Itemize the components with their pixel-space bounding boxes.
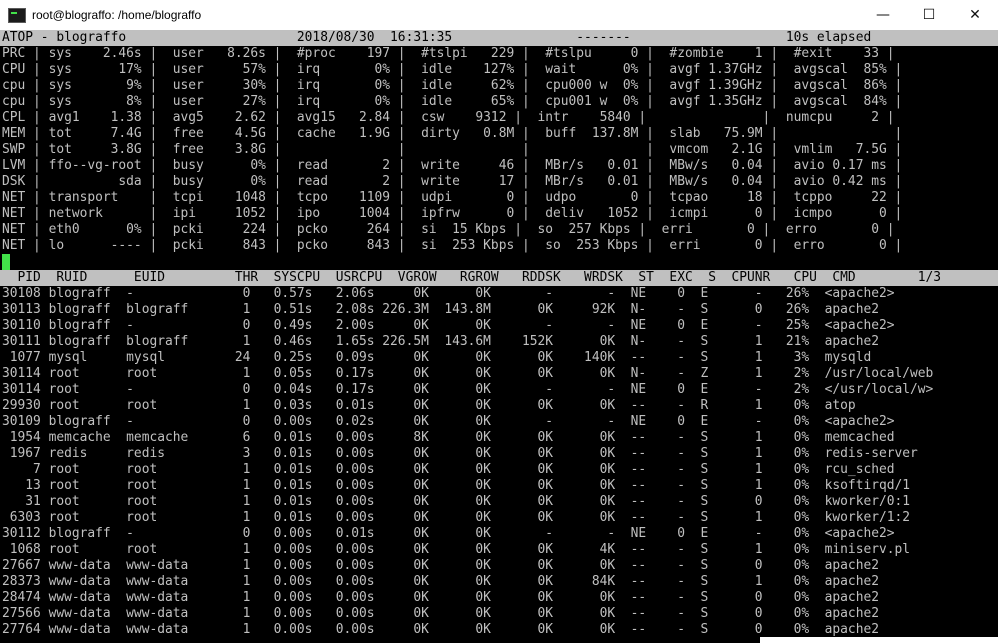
atop-header: ATOP - blograffo 2018/08/30 16:31:35 ---…: [2, 30, 872, 45]
process-table-header: PID RUID EUID THR SYSCPU USRCPU VGROW RG…: [2, 270, 942, 285]
table-row: 27667 www-data www-data 1 0.00s 0.00s 0K…: [2, 558, 879, 573]
system-stat-line: LVM | ffo--vg-root | busy 0% | read 2 | …: [2, 158, 903, 173]
system-stat-line: CPL | avg1 1.38 | avg5 2.62 | avg15 2.84…: [2, 110, 895, 125]
table-row: 28373 www-data www-data 1 0.00s 0.00s 0K…: [2, 574, 879, 589]
table-row: 27566 www-data www-data 1 0.00s 0.00s 0K…: [2, 606, 879, 621]
system-stat-line: CPU | sys 17% | user 57% | irq 0% | idle…: [2, 62, 903, 77]
close-button[interactable]: ✕: [952, 0, 998, 30]
table-row: 30114 root root 1 0.05s 0.17s 0K 0K 0K 0…: [2, 366, 934, 381]
terminal-cursor: [2, 254, 10, 270]
table-row: 29930 root root 1 0.03s 0.01s 0K 0K 0K 0…: [2, 398, 856, 413]
table-row: 30112 blograff - 0 0.00s 0.01s 0K 0K - -…: [2, 526, 895, 541]
table-row: 30109 blograff - 0 0.00s 0.02s 0K 0K - -…: [2, 414, 895, 429]
table-row: 27764 www-data www-data 1 0.00s 0.00s 0K…: [2, 622, 879, 637]
system-stat-line: cpu | sys 9% | user 30% | irq 0% | idle …: [2, 78, 903, 93]
table-row: 1077 mysql mysql 24 0.25s 0.09s 0K 0K 0K…: [2, 350, 872, 365]
table-row: 30110 blograff - 0 0.49s 2.00s 0K 0K - -…: [2, 318, 895, 333]
terminal-selection-strip: [760, 637, 998, 643]
maximize-button[interactable]: ☐: [906, 0, 952, 30]
table-row: 30113 blograff blograff 1 0.51s 2.08s 22…: [2, 302, 879, 317]
minimize-button[interactable]: —: [860, 0, 906, 30]
system-stat-line: MEM | tot 7.4G | free 4.5G | cache 1.9G …: [2, 126, 903, 141]
table-row: 6303 root root 1 0.01s 0.00s 0K 0K 0K 0K…: [2, 510, 911, 525]
terminal-app-icon: [8, 7, 26, 23]
window-controls: — ☐ ✕: [860, 0, 998, 30]
table-row: 30111 blograff blograff 1 0.46s 1.65s 22…: [2, 334, 879, 349]
system-stat-line: SWP | tot 3.8G | free 3.8G | | | | vmcom…: [2, 142, 903, 157]
table-row: 31 root root 1 0.01s 0.00s 0K 0K 0K 0K -…: [2, 494, 911, 509]
system-stat-line: cpu | sys 8% | user 27% | irq 0% | idle …: [2, 94, 903, 109]
table-row: 7 root root 1 0.01s 0.00s 0K 0K 0K 0K --…: [2, 462, 895, 477]
system-stat-line: NET | lo ---- | pcki 843 | pcko 843 | si…: [2, 238, 903, 253]
terminal-screen[interactable]: ATOP - blograffo 2018/08/30 16:31:35 ---…: [0, 30, 998, 643]
table-row: 30114 root - 0 0.04s 0.17s 0K 0K - - NE …: [2, 382, 934, 397]
table-row: 28474 www-data www-data 1 0.00s 0.00s 0K…: [2, 590, 879, 605]
system-stat-line: NET | transport | tcpi 1048 | tcpo 1109 …: [2, 190, 903, 205]
window-title: root@blograffo: /home/blograffo: [32, 8, 202, 22]
table-row: 1967 redis redis 3 0.01s 0.00s 0K 0K 0K …: [2, 446, 918, 461]
system-stat-line: NET | network | ipi 1052 | ipo 1004 | ip…: [2, 206, 903, 221]
system-stat-line: NET | eth0 0% | pcki 224 | pcko 264 | si…: [2, 222, 895, 237]
table-row: 30108 blograff - 0 0.57s 2.06s 0K 0K - -…: [2, 286, 895, 301]
table-row: 1068 root root 1 0.00s 0.00s 0K 0K 0K 4K…: [2, 542, 911, 557]
system-stat-line: PRC | sys 2.46s | user 8.26s | #proc 197…: [2, 46, 895, 61]
table-row: 13 root root 1 0.01s 0.00s 0K 0K 0K 0K -…: [2, 478, 911, 493]
system-stat-line: DSK | sda | busy 0% | read 2 | write 17 …: [2, 174, 903, 189]
window-titlebar[interactable]: root@blograffo: /home/blograffo — ☐ ✕: [0, 0, 998, 31]
table-row: 1954 memcache memcache 6 0.01s 0.00s 8K …: [2, 430, 895, 445]
